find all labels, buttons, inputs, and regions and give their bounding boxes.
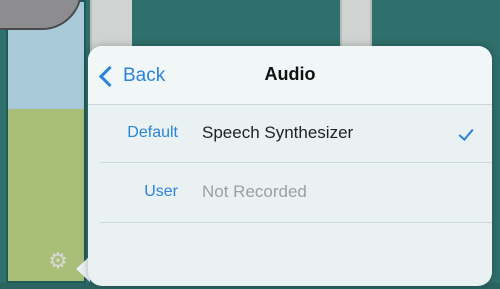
scene-panel: [0, 0, 86, 283]
row-label: Default: [127, 124, 178, 141]
checkmark-icon: [458, 125, 474, 141]
divider: [100, 222, 492, 223]
audio-popover: Back Audio Default Speech Synthesizer Us…: [88, 46, 492, 286]
list-item-default[interactable]: Default Speech Synthesizer: [88, 104, 492, 162]
row-value: Not Recorded: [202, 182, 307, 201]
list-item-user[interactable]: User Not Recorded: [88, 163, 492, 221]
scene-animal-illustration: [0, 0, 82, 30]
page-title: Audio: [264, 64, 316, 84]
row-label: User: [144, 183, 178, 200]
navigation-bar: Back Audio: [88, 46, 492, 105]
gear-icon[interactable]: ⚙: [47, 250, 69, 272]
row-value: Speech Synthesizer: [202, 123, 354, 142]
scene-grass: [8, 109, 84, 281]
